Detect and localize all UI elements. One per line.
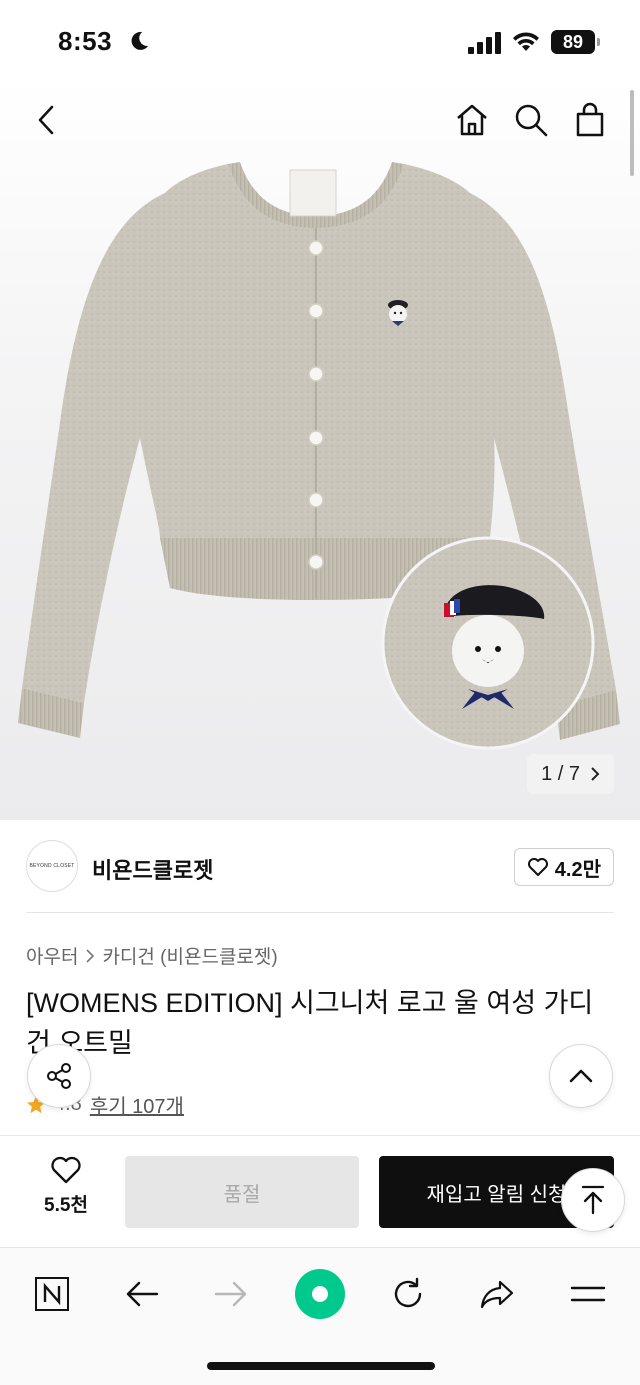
reload-button[interactable] xyxy=(382,1268,434,1320)
bag-button[interactable] xyxy=(568,98,612,142)
divider xyxy=(26,912,614,913)
naver-button[interactable] xyxy=(26,1268,78,1320)
wishlist-count: 5.5천 xyxy=(44,1195,88,1216)
signal-icon xyxy=(468,32,501,54)
chevron-right-icon xyxy=(591,767,600,781)
purchase-action-bar: 5.5천 품절 재입고 알림 신청 xyxy=(0,1135,640,1247)
share-button[interactable] xyxy=(27,1044,91,1108)
heart-icon xyxy=(51,1156,81,1184)
status-bar: 8:53 89 xyxy=(0,0,640,78)
reload-icon xyxy=(394,1277,422,1308)
heart-icon xyxy=(527,858,548,876)
breadcrumb: 아우터 카디건 (비욘드클로젯) xyxy=(26,942,278,969)
bag-icon xyxy=(576,102,604,137)
share-arrow-icon xyxy=(480,1280,514,1309)
home-button[interactable] xyxy=(450,98,494,142)
green-dot-icon xyxy=(295,1269,345,1319)
brand-like-button[interactable]: 4.2만 xyxy=(513,848,614,886)
moon-icon xyxy=(131,31,148,50)
forward-icon xyxy=(214,1281,247,1307)
breadcrumb-category[interactable]: 아우터 xyxy=(26,942,78,969)
brand-like-count: 4.2만 xyxy=(554,858,601,881)
scroll-top-icon xyxy=(581,1185,605,1215)
battery-indicator: 89 xyxy=(551,30,595,54)
chevron-right-icon xyxy=(86,948,95,963)
product-top-nav xyxy=(0,78,640,162)
image-page-indicator[interactable]: 1 / 7 xyxy=(527,754,614,794)
cardigan-image xyxy=(18,162,620,750)
brand-logo[interactable]: BEYOND CLOSET xyxy=(26,840,78,892)
page-counter: 1 / 7 xyxy=(541,762,580,785)
wishlist-button[interactable]: 5.5천 xyxy=(30,1156,102,1217)
browser-home-button[interactable] xyxy=(294,1268,346,1320)
restock-alert-label: 재입고 알림 신청 xyxy=(426,1183,567,1206)
back-icon xyxy=(38,105,54,135)
review-count-link[interactable]: 후기 107개 xyxy=(90,1090,184,1119)
product-image[interactable] xyxy=(0,78,640,820)
share-page-button[interactable] xyxy=(471,1268,523,1320)
chevron-up-icon xyxy=(569,1069,593,1083)
back-button[interactable] xyxy=(24,98,68,142)
scroll-top-button[interactable] xyxy=(561,1168,625,1232)
scrollbar[interactable] xyxy=(630,90,634,176)
share-icon xyxy=(47,1063,71,1089)
status-time: 8:53 xyxy=(58,26,113,56)
home-icon xyxy=(457,104,487,136)
breadcrumb-subcategory[interactable]: 카디건 (비욘드클로젯) xyxy=(102,942,277,969)
brand-row: BEYOND CLOSET 비욘드클로젯 4.2만 xyxy=(0,820,640,912)
back-icon xyxy=(126,1281,159,1307)
menu-button[interactable] xyxy=(562,1268,614,1320)
soldout-button[interactable]: 품절 xyxy=(125,1156,359,1228)
browser-back-button[interactable] xyxy=(116,1268,168,1320)
collapse-button[interactable] xyxy=(549,1044,613,1108)
battery-tip xyxy=(597,38,600,46)
product-title: [WOMENS EDITION] 시그니처 로고 울 여성 가디건 오트밀 xyxy=(26,988,594,1058)
search-button[interactable] xyxy=(509,98,553,142)
search-icon xyxy=(515,104,548,137)
wifi-icon xyxy=(513,32,539,51)
home-indicator[interactable] xyxy=(207,1362,435,1370)
browser-forward-button[interactable] xyxy=(205,1268,257,1320)
naver-icon xyxy=(35,1277,69,1311)
brand-name[interactable]: 비욘드클로젯 xyxy=(92,853,213,885)
menu-icon xyxy=(570,1286,606,1302)
